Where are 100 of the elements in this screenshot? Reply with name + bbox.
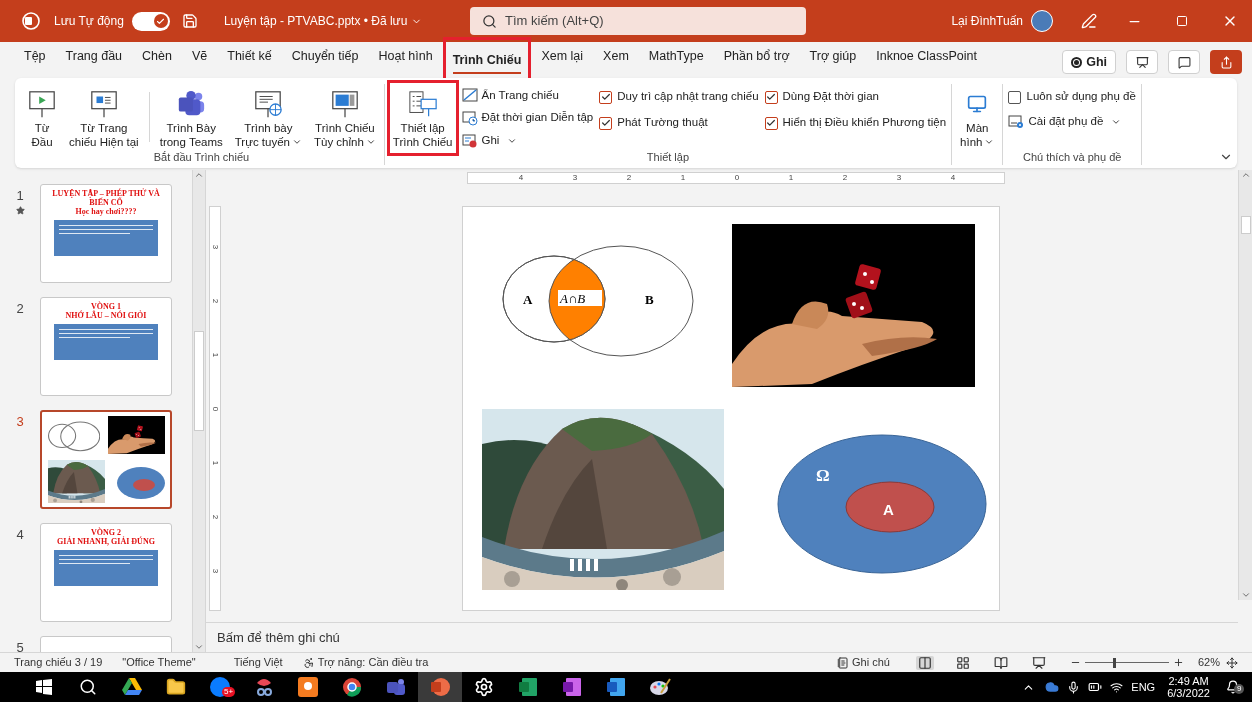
pdf-app-icon[interactable] [298,677,318,697]
ribbon-small-button[interactable]: Ẩn Trang chiếu [461,86,594,105]
microphone-icon[interactable] [1067,680,1081,694]
notes-field[interactable]: Bấm để thêm ghi chú [206,622,1238,652]
scroll-up-icon[interactable] [1240,170,1251,180]
palette-icon[interactable] [649,677,671,697]
input-language[interactable]: ENG [1131,678,1156,696]
ruler-number: 2 [625,174,633,182]
ribbon-tab[interactable]: Chuyển tiếp [281,40,369,78]
record-icon [461,132,478,149]
autosave-toggle[interactable] [131,11,170,31]
omega-label: Ω [816,466,830,485]
fit-to-window-icon[interactable] [1226,656,1238,669]
checkbox[interactable] [764,116,778,130]
ribbon-checkbox[interactable]: Dùng Đặt thời gian [764,86,947,108]
accessibility-icon[interactable] [302,656,315,669]
slide-number: 5 [16,639,24,652]
ribbon-button[interactable]: Trình Bày trong Teams [153,84,229,152]
scroll-down-icon[interactable] [194,642,204,652]
ribbon-tab[interactable]: Hoạt hình [368,40,443,78]
globe-screen-icon [253,89,284,119]
checkbox[interactable] [599,116,613,130]
check-icon [156,16,166,26]
notes-app-icon[interactable] [562,677,582,697]
comments-button[interactable] [1168,50,1200,74]
wifi-icon[interactable] [1110,680,1124,694]
cloud-icon[interactable] [1045,680,1060,694]
ribbon-tab[interactable]: Trợ giúp [799,40,867,78]
search-input[interactable]: Tìm kiếm (Alt+Q) [505,11,785,31]
save-icon[interactable] [181,13,198,29]
ribbon-tab[interactable]: Xem [593,40,639,78]
spreadsheet-app-icon[interactable] [518,677,538,697]
zoom-slider[interactable] [1084,657,1169,668]
ribbon-tab[interactable]: Vẽ [181,40,218,78]
notification-count: 9 [1234,684,1245,694]
triangle-logo-icon[interactable] [122,678,142,696]
slide-thumbnail[interactable]: VÒNG 2 GIẢI NHANH, GIẢI ĐÚNG [40,523,172,622]
ribbon-tab[interactable]: Trang đầu [55,40,133,78]
ribbon-small-button[interactable]: Cài đặt phụ đề [1008,112,1136,132]
notes-toggle[interactable]: Ghi chú [852,654,890,671]
monitor-icon [967,94,988,114]
scroll-up-icon[interactable] [194,170,204,180]
ribbon-button[interactable]: Trình Chiếu Tùy chỉnh [308,84,382,152]
slide-thumbnail[interactable]: LUYỆN TẬP – PHÉP THỬ VÀ BIẾN CỐ Học hay chơi???? [40,184,172,283]
zoom-slider-thumb[interactable] [1112,657,1116,668]
ribbon-tab[interactable]: Thiết kế [217,40,282,78]
ribbon-checkbox[interactable]: Duy trì cập nhật trang chiếu [599,86,759,108]
ribbon-tab[interactable]: Xem lại [531,40,594,78]
share-button[interactable] [1210,50,1242,74]
search-field[interactable]: Tìm kiếm (Alt+Q) [470,7,806,35]
scroll-down-icon[interactable] [1240,590,1251,600]
scrollbar-thumb[interactable] [194,331,204,431]
present-button[interactable] [1126,50,1158,74]
notes-icon[interactable] [837,656,850,669]
slide-thumbnail[interactable]: VÒNG 1 NHỚ LÂU – NÓI GIỎI [40,297,172,396]
scrollbar-thumb[interactable] [1240,216,1251,234]
language-label[interactable]: Tiếng Việt [233,654,283,671]
ribbon-tab[interactable]: MathType [638,40,714,78]
checkbox[interactable] [1008,90,1022,104]
restore-icon[interactable] [1176,15,1188,27]
browser-icon[interactable] [342,677,362,697]
ruler-number: 2 [210,297,221,306]
set-label: B [645,292,654,307]
presentation-app-icon[interactable] [430,677,450,697]
slide-thumbnail[interactable] [40,410,172,509]
normal-view-icon[interactable] [915,655,934,670]
ribbon-tab[interactable]: Tệp [14,40,56,78]
ribbon-button[interactable]: Màn hình [954,84,1001,152]
clock[interactable]: 2:49 AM 6/3/2022 [1167,675,1210,699]
ribbon-button[interactable]: Từ Đầu [21,84,63,152]
ribbon-tab[interactable]: Phần bổ trợ [713,40,800,78]
accessibility-status[interactable]: Trợ năng: Cần điều tra [317,654,429,671]
search-icon[interactable] [79,678,97,696]
ribbon-small-button[interactable]: Ghi [461,131,594,150]
zoom-level[interactable]: 62% [1197,654,1220,671]
checkbox[interactable] [764,90,778,104]
ribbon-small-button[interactable]: Đặt thời gian Diễn tập [461,108,594,128]
checkbox[interactable] [599,90,613,104]
ribbon-button[interactable]: Trình bày Trực tuyến [228,84,308,152]
ribbon-tab[interactable]: Inknoe ClassPoint [866,40,987,78]
ribbon-button[interactable]: Từ Trang chiếu Hiện tại [63,84,145,152]
thumbnail-title: GIẢI NHANH, GIẢI ĐÚNG [56,537,156,546]
ribbon-tab[interactable]: Chèn [132,40,182,78]
pen-icon[interactable] [1081,13,1097,29]
ribbon-group-label: Thiết lập [645,150,691,164]
people-app-icon[interactable] [386,677,406,697]
file-name-button[interactable]: Luyện tập - PTVABC.pptx • Đã lưu [223,12,423,30]
start-icon[interactable] [36,679,52,695]
zoom-in-icon[interactable] [1172,657,1184,668]
folder-icon[interactable] [166,677,186,697]
ribbon-button[interactable]: Thiết lập Trình Chiếu [386,80,459,156]
ribbon-checkbox[interactable]: Hiển thị Điều khiển Phương tiện [764,112,947,134]
ribbon-checkbox[interactable]: Phát Tường thuật [599,112,759,134]
ribbon-checkbox[interactable]: Luôn sử dụng phụ đề [1008,86,1136,108]
settings-icon[interactable] [474,677,494,697]
notification-icon[interactable] [1226,680,1240,694]
scissors-app-icon[interactable] [254,677,274,697]
battery-icon[interactable] [1088,680,1103,694]
document-app-icon[interactable] [606,677,626,697]
record-button[interactable]: Ghi [1062,50,1116,74]
